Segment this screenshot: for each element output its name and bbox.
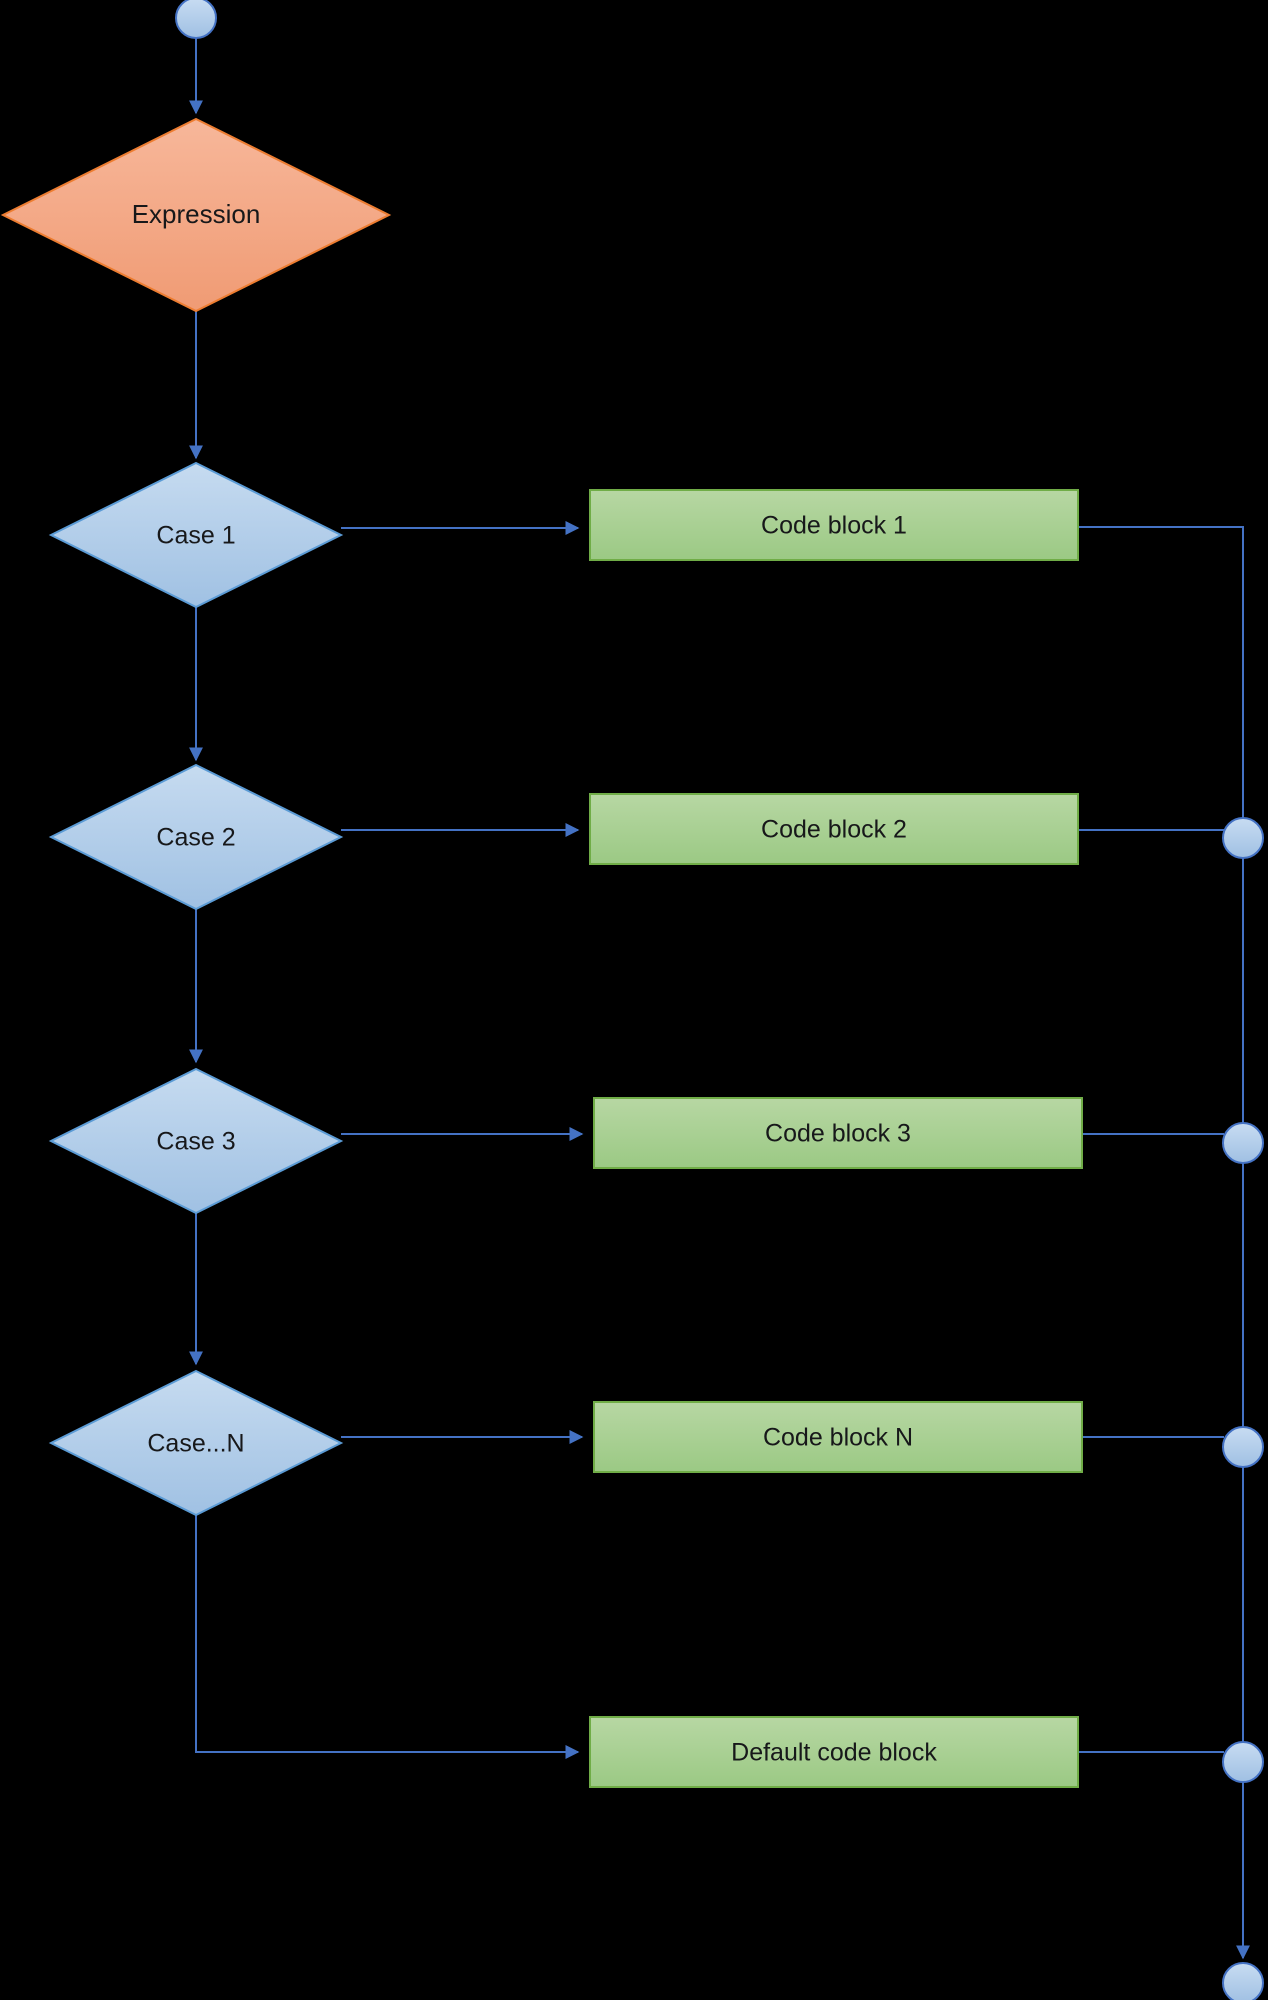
- default-code-block-label: Default code block: [731, 1739, 937, 1767]
- junction-2-circle[interactable]: [1222, 817, 1264, 859]
- junction-3-circle[interactable]: [1222, 1122, 1264, 1164]
- expression-label: Expression: [132, 199, 261, 229]
- start-circle[interactable]: [175, 0, 217, 39]
- connector-code-block-1-to-rail: [1078, 526, 1244, 820]
- expression-node[interactable]: Expression: [0, 117, 392, 313]
- connector-case-n-to-default-code-block: [195, 1515, 580, 1759]
- code-block-3-node[interactable]: Code block 3: [593, 1097, 1083, 1169]
- start-terminator[interactable]: [175, 0, 217, 39]
- code-block-1-node[interactable]: Code block 1: [589, 489, 1079, 561]
- junction-default-circle[interactable]: [1222, 1741, 1264, 1783]
- case-1-node[interactable]: Case 1: [48, 461, 344, 609]
- end-circle[interactable]: [1222, 1962, 1264, 2000]
- code-block-n-node[interactable]: Code block N: [593, 1401, 1083, 1473]
- code-block-1-label: Code block 1: [761, 512, 907, 540]
- flowchart-canvas: Expression Case 1 Case 2 Case 3 Case...N…: [0, 0, 1268, 2000]
- case-n-node[interactable]: Case...N: [48, 1369, 344, 1517]
- case-n-label: Case...N: [147, 1430, 244, 1458]
- junction-n-circle[interactable]: [1222, 1426, 1264, 1468]
- case-3-node[interactable]: Case 3: [48, 1067, 344, 1215]
- case-3-label: Case 3: [156, 1128, 235, 1156]
- code-block-n-label: Code block N: [763, 1424, 913, 1452]
- case-2-node[interactable]: Case 2: [48, 763, 344, 911]
- case-2-label: Case 2: [156, 824, 235, 852]
- flowchart-svg: Expression Case 1 Case 2 Case 3 Case...N…: [0, 0, 1264, 2000]
- code-block-2-label: Code block 2: [761, 816, 907, 844]
- connector-layer: [189, 38, 1250, 1960]
- code-block-3-label: Code block 3: [765, 1120, 911, 1148]
- default-code-block-node[interactable]: Default code block: [589, 1716, 1079, 1788]
- code-block-2-node[interactable]: Code block 2: [589, 793, 1079, 865]
- case-1-label: Case 1: [156, 522, 235, 550]
